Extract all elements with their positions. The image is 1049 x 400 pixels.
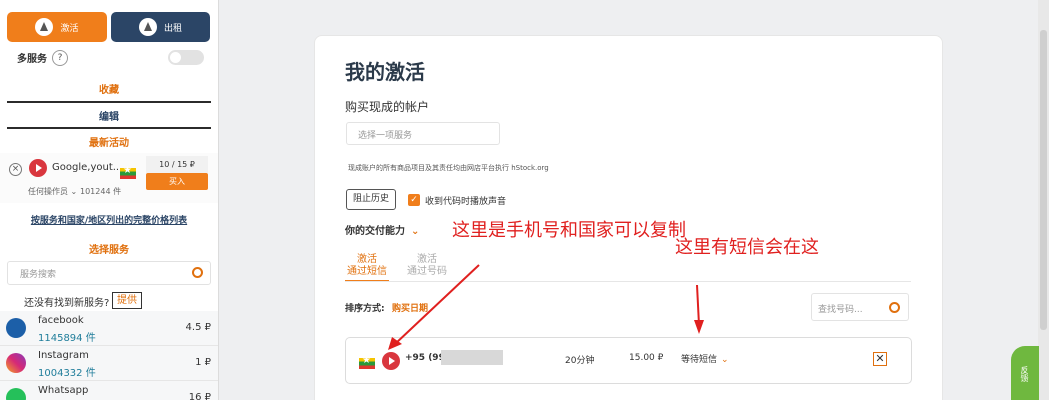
annotation-arrows	[388, 264, 704, 350]
feedback-tab[interactable]: 反馈	[1011, 346, 1039, 400]
